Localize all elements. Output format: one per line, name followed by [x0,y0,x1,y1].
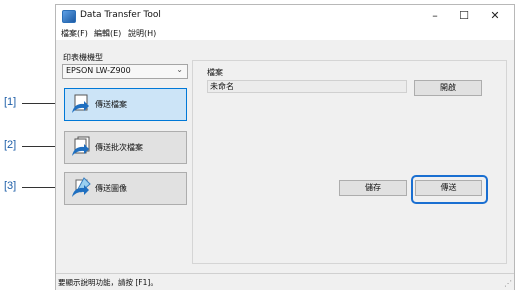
send-button[interactable]: 傳送 [415,180,482,196]
close-button[interactable]: ✕ [482,8,508,24]
send-file-label: 傳送檔案 [95,100,127,109]
send-image-button[interactable]: 傳送圖像 [64,172,187,205]
printer-model-value: EPSON LW-Z900 [66,66,131,75]
callout-2: [2] [4,139,17,151]
send-batch-label: 傳送批次檔案 [95,143,143,152]
callout-1: [1] [4,96,17,108]
save-button[interactable]: 儲存 [339,180,407,196]
file-label: 檔案 [207,68,223,77]
file-name-field: 未命名 [207,80,407,93]
menu-file[interactable]: 檔案(F) [61,28,88,39]
send-file-icon [72,94,89,113]
app-window: Data Transfer Tool – ☐ ✕ 檔案(F) 編輯(E) 說明(… [55,4,515,290]
send-image-label: 傳送圖像 [95,184,127,193]
send-batch-icon [72,136,90,156]
open-button[interactable]: 開啟 [414,80,482,96]
maximize-button[interactable]: ☐ [451,8,477,24]
window-title: Data Transfer Tool [80,10,161,20]
callout-3: [3] [4,180,17,192]
send-file-button[interactable]: 傳送檔案 [64,88,187,121]
menu-edit[interactable]: 編輯(E) [94,28,121,39]
printer-model-select[interactable]: EPSON LW-Z900 ⌄ [62,64,188,79]
chevron-down-icon: ⌄ [176,65,183,74]
status-text: 要顯示說明功能，請按 [F1]。 [58,278,158,287]
title-bar: Data Transfer Tool – ☐ ✕ [56,5,514,27]
menu-help[interactable]: 說明(H) [128,28,156,39]
status-bar: 要顯示說明功能，請按 [F1]。 ⋰ [56,273,514,290]
send-batch-button[interactable]: 傳送批次檔案 [64,131,187,164]
resize-grip-icon[interactable]: ⋰ [504,279,512,288]
menu-bar: 檔案(F) 編輯(E) 說明(H) [56,27,514,40]
minimize-button[interactable]: – [422,8,448,24]
printer-model-label: 印表機機型 [63,53,103,62]
app-icon [62,10,76,23]
file-name-value: 未命名 [210,82,234,91]
send-image-icon [72,177,91,197]
